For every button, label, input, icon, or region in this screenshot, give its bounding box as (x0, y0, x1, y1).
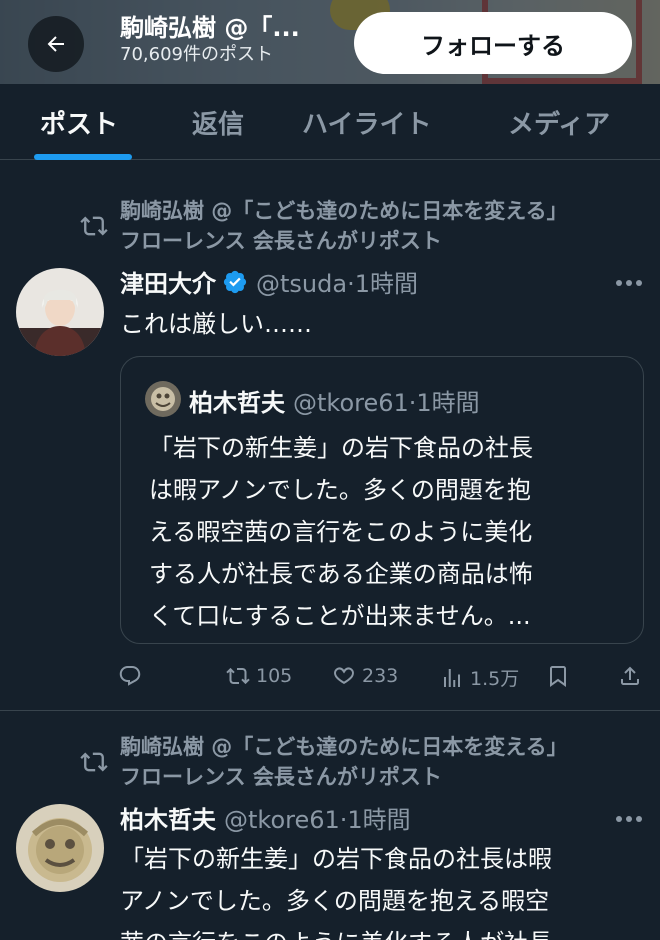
post-text-line: 「岩下の新生姜」の岩下食品の社長は暇 (120, 845, 552, 873)
share-icon (621, 666, 639, 685)
profile-name: 駒崎弘樹 @「... (120, 14, 300, 42)
views-button[interactable]: 1.5万 (440, 664, 519, 691)
quoted-text-line: える暇空茜の言行をこのように美化 (149, 518, 533, 546)
avatar-image (16, 268, 104, 356)
repost-count: 105 (256, 665, 293, 687)
post-divider (0, 710, 660, 711)
more-options-icon[interactable] (614, 278, 644, 288)
post-header: 津田大介 @tsuda·1時間 (120, 264, 418, 299)
active-tab-indicator (34, 154, 132, 160)
repost-attribution[interactable]: 駒崎弘樹 @「こども達のために日本を変える」 (120, 196, 568, 226)
repost-attribution-suffix[interactable]: フローレンス 会長さんがリポスト (120, 762, 442, 792)
verified-badge-icon (223, 270, 247, 293)
tab-posts[interactable]: ポスト (40, 104, 118, 141)
avatar[interactable] (16, 804, 104, 892)
quoted-post[interactable]: 柏木哲夫 @tkore61·1時間 「岩下の新生姜」の岩下食品の社長 は暇アノン… (120, 356, 644, 644)
post-text: これは厳しい…… (120, 310, 312, 338)
post-text-line: 茜の言行をこのように美化する人が社長 (120, 922, 552, 940)
profile-header: 駒崎弘樹 @「... 70,609件のポスト フォローする (0, 0, 660, 84)
quoted-avatar (145, 381, 181, 417)
view-count: 1.5万 (470, 668, 520, 690)
tab-highlights[interactable]: ハイライト (302, 104, 431, 141)
author-handle-time[interactable]: @tsuda·1時間 (256, 264, 418, 299)
reply-icon (119, 666, 141, 686)
repost-icon (226, 667, 250, 685)
quoted-text-line: 「岩下の新生姜」の岩下食品の社長 (149, 434, 533, 462)
back-button[interactable] (28, 16, 84, 72)
views-chart-icon (444, 668, 460, 687)
author-name[interactable]: 津田大介 (120, 264, 216, 299)
heart-icon (334, 667, 354, 684)
post-text-line: アノンでした。多くの問題を抱える暇空 (120, 887, 550, 915)
post-actions: 105 233 1.5万 (0, 660, 660, 696)
post-text: 「岩下の新生姜」の岩下食品の社長は暇 アノンでした。多くの問題を抱える暇空 茜の… (120, 838, 552, 940)
repost-attribution-suffix[interactable]: フローレンス 会長さんがリポスト (120, 226, 442, 256)
quoted-text-line: は暇アノンでした。多くの問題を抱 (149, 476, 531, 504)
follow-button[interactable]: フォローする (354, 12, 632, 74)
repost-icon (80, 216, 108, 236)
tab-replies[interactable]: 返信 (192, 104, 244, 141)
more-options-icon[interactable] (614, 814, 644, 824)
quoted-post-text: 「岩下の新生姜」の岩下食品の社長 は暇アノンでした。多くの問題を抱 える暇空茜の… (149, 427, 629, 637)
repost-attribution[interactable]: 駒崎弘樹 @「こども達のために日本を変える」 (120, 732, 568, 762)
repost-icon (80, 752, 108, 772)
like-button[interactable]: 233 (332, 664, 398, 688)
share-button[interactable] (618, 664, 648, 688)
quoted-author-handle-time: @tkore61·1時間 (293, 389, 480, 417)
profile-tabs: ポスト 返信 ハイライト メディア (0, 84, 660, 160)
avatar-image (16, 804, 104, 892)
post-count: 70,609件のポスト (120, 44, 273, 65)
tab-media[interactable]: メディア (508, 104, 610, 141)
like-count: 233 (362, 665, 399, 687)
repost-button[interactable]: 105 (226, 664, 292, 688)
post-header: 柏木哲夫 @tkore61·1時間 (120, 800, 411, 835)
quoted-avatar-image (145, 381, 181, 417)
author-handle-time[interactable]: @tkore61·1時間 (224, 800, 411, 835)
avatar[interactable] (16, 268, 104, 356)
arrow-left-icon (47, 36, 64, 52)
author-name[interactable]: 柏木哲夫 (120, 800, 216, 835)
bookmark-icon (550, 666, 566, 687)
quoted-author-name: 柏木哲夫 (189, 389, 285, 417)
quoted-text-line: くて口にすることが出来ません。... (149, 602, 531, 630)
quoted-post-header: 柏木哲夫 @tkore61·1時間 (189, 383, 480, 418)
reply-button[interactable] (118, 664, 148, 688)
quoted-text-line: する人が社長である企業の商品は怖 (149, 560, 533, 588)
bookmark-button[interactable] (546, 664, 576, 688)
